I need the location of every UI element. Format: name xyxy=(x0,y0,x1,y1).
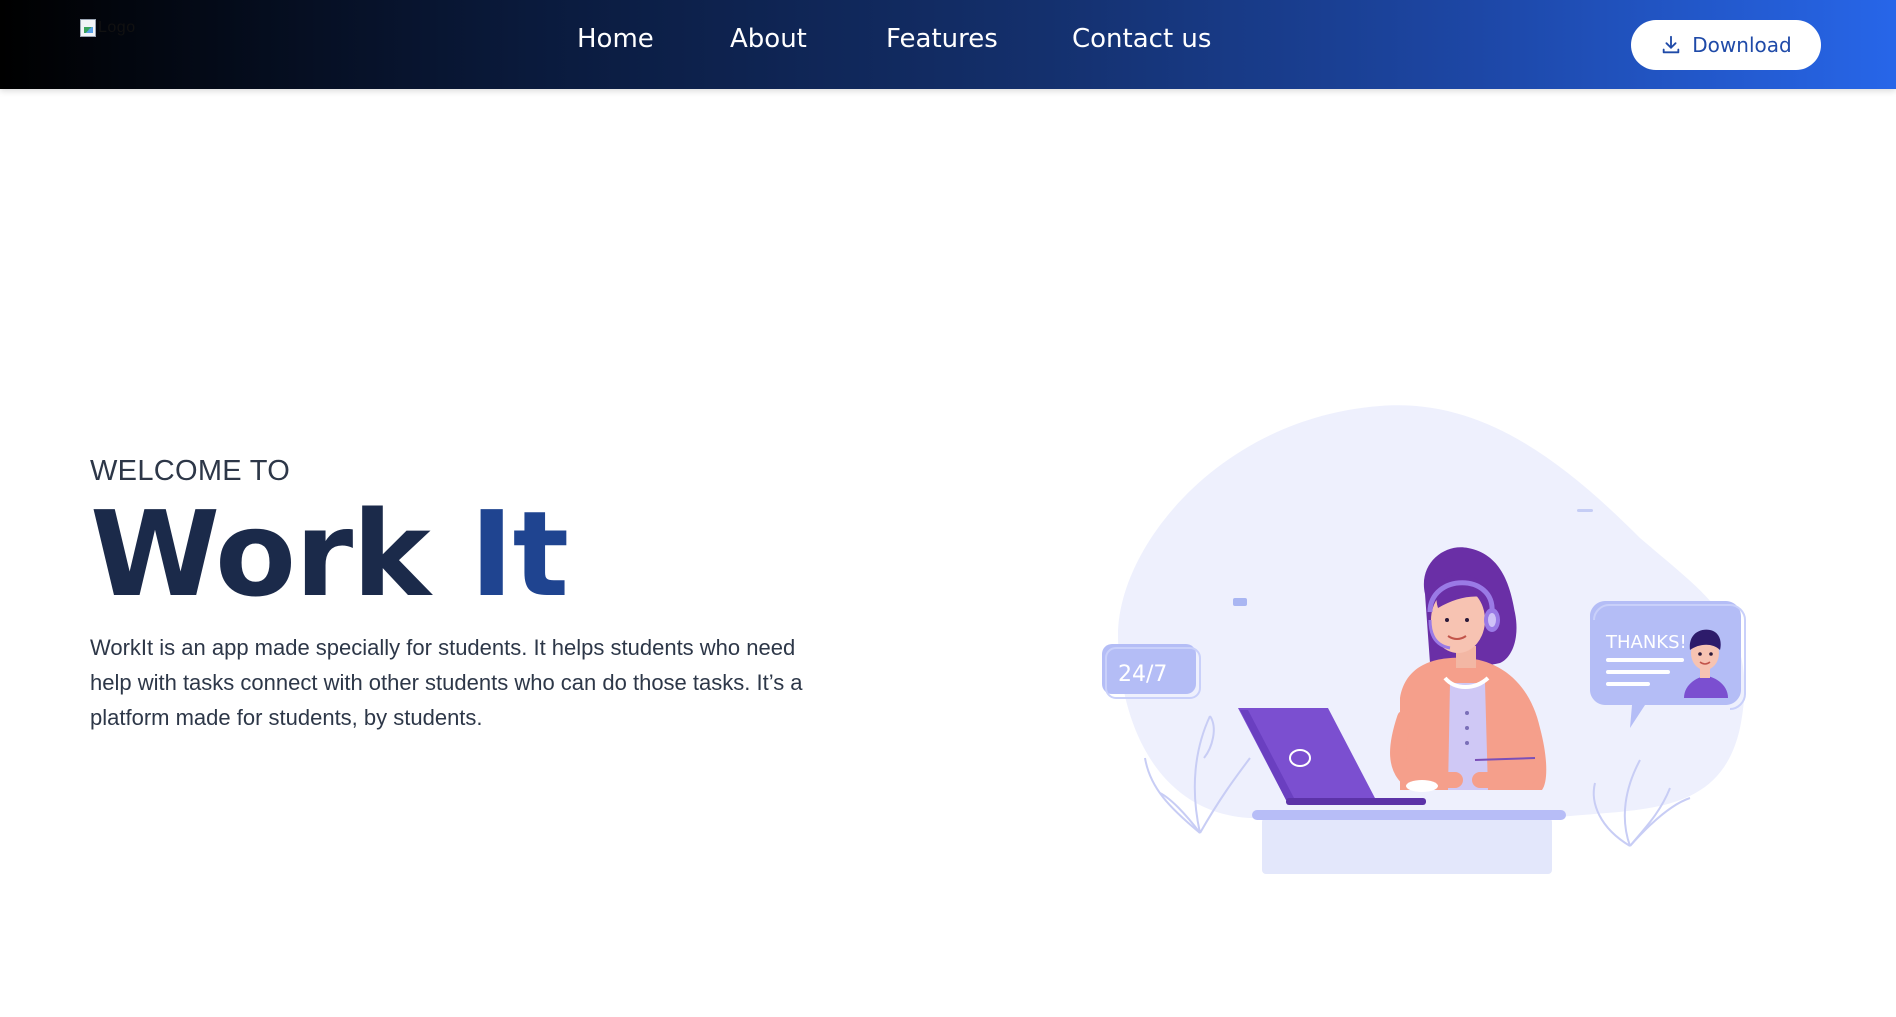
hero-welcome-text: WELCOME TO xyxy=(90,455,291,487)
hero-title-work: Work xyxy=(90,485,431,623)
thanks-text: THANKS! xyxy=(1605,632,1687,653)
desk-base xyxy=(1262,818,1552,874)
nav-link-features[interactable]: Features xyxy=(886,24,998,54)
download-button-label: Download xyxy=(1692,33,1792,57)
hero-description: WorkIt is an app made specially for stud… xyxy=(90,635,803,730)
nav-link-contact-us[interactable]: Contact us xyxy=(1072,24,1211,54)
floating-chip xyxy=(1233,598,1247,606)
badge-24-7-text: 24/7 xyxy=(1118,662,1167,687)
logo-alt-text: Logo xyxy=(98,19,136,36)
hero-title: Work It xyxy=(90,494,830,614)
site-logo[interactable]: Logo xyxy=(80,16,136,40)
laptop-base xyxy=(1286,798,1426,805)
badge-24-7: 24/7 xyxy=(1102,644,1201,699)
nav-link-home[interactable]: Home xyxy=(577,24,654,54)
hero-title-it: It xyxy=(469,485,569,623)
support-agent-illustration: 24/7 THANKS! xyxy=(1102,405,1746,874)
download-icon xyxy=(1663,35,1680,54)
desk-top xyxy=(1252,810,1566,820)
nav-link-about[interactable]: About xyxy=(730,24,807,54)
download-button[interactable]: Download xyxy=(1631,20,1821,70)
floating-dash xyxy=(1577,509,1593,512)
top-navbar: Logo Home About Features Contact us Down… xyxy=(0,0,1896,89)
broken-image-icon xyxy=(80,19,96,37)
hero-illustration: 24/7 THANKS! xyxy=(1100,398,1760,888)
hero-section: WELCOME TO Work It WorkIt is an app made… xyxy=(90,455,830,735)
